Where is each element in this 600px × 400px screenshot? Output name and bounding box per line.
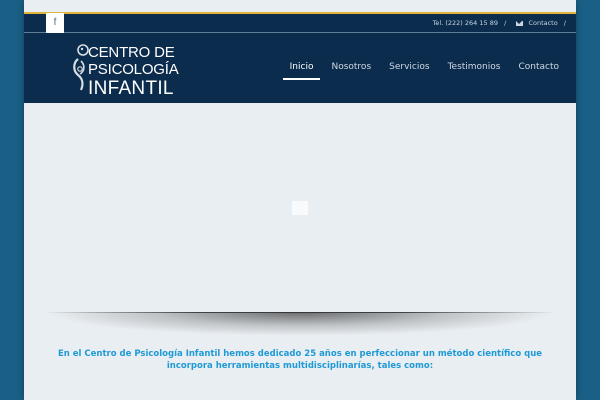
hero-slider[interactable] <box>24 103 576 313</box>
logo-text: CENTRO DE PSICOLOGÍA INFANTIL <box>88 45 179 98</box>
shadow-divider <box>44 312 556 336</box>
logo-line-3: INFANTIL <box>88 78 174 99</box>
site-header: CENTRO DE PSICOLOGÍA INFANTIL Inicio Nos… <box>24 33 576 103</box>
envelope-icon <box>516 20 524 26</box>
page-frame: f Tel. (222) 264 15 89 / Contacto / CENT… <box>24 0 576 400</box>
divider-line <box>44 312 556 313</box>
nav-item-nosotros[interactable]: Nosotros <box>322 61 380 79</box>
nav-item-servicios[interactable]: Servicios <box>380 61 438 79</box>
contact-link[interactable]: Contacto <box>528 19 557 27</box>
separator: / <box>504 19 507 27</box>
contact-info: Tel. (222) 264 15 89 / Contacto / <box>433 14 570 32</box>
nav-item-inicio[interactable]: Inicio <box>281 61 323 80</box>
logo-line-2: PSICOLOGÍA <box>88 61 179 78</box>
main-nav: Inicio Nosotros Servicios Testimonios Co… <box>281 61 568 80</box>
facebook-icon[interactable]: f <box>46 13 64 33</box>
logo-line-1: CENTRO DE <box>88 44 175 61</box>
nav-item-contacto[interactable]: Contacto <box>509 61 568 79</box>
intro-text: En el Centro de Psicología Infantil hemo… <box>57 348 543 371</box>
separator: / <box>563 19 566 27</box>
slider-loading-indicator <box>292 201 308 215</box>
phone-text: Tel. (222) 264 15 89 <box>432 19 498 27</box>
nav-item-testimonios[interactable]: Testimonios <box>439 61 510 79</box>
site-logo[interactable]: CENTRO DE PSICOLOGÍA INFANTIL <box>72 43 192 98</box>
top-bar: f Tel. (222) 264 15 89 / Contacto / <box>24 12 576 33</box>
